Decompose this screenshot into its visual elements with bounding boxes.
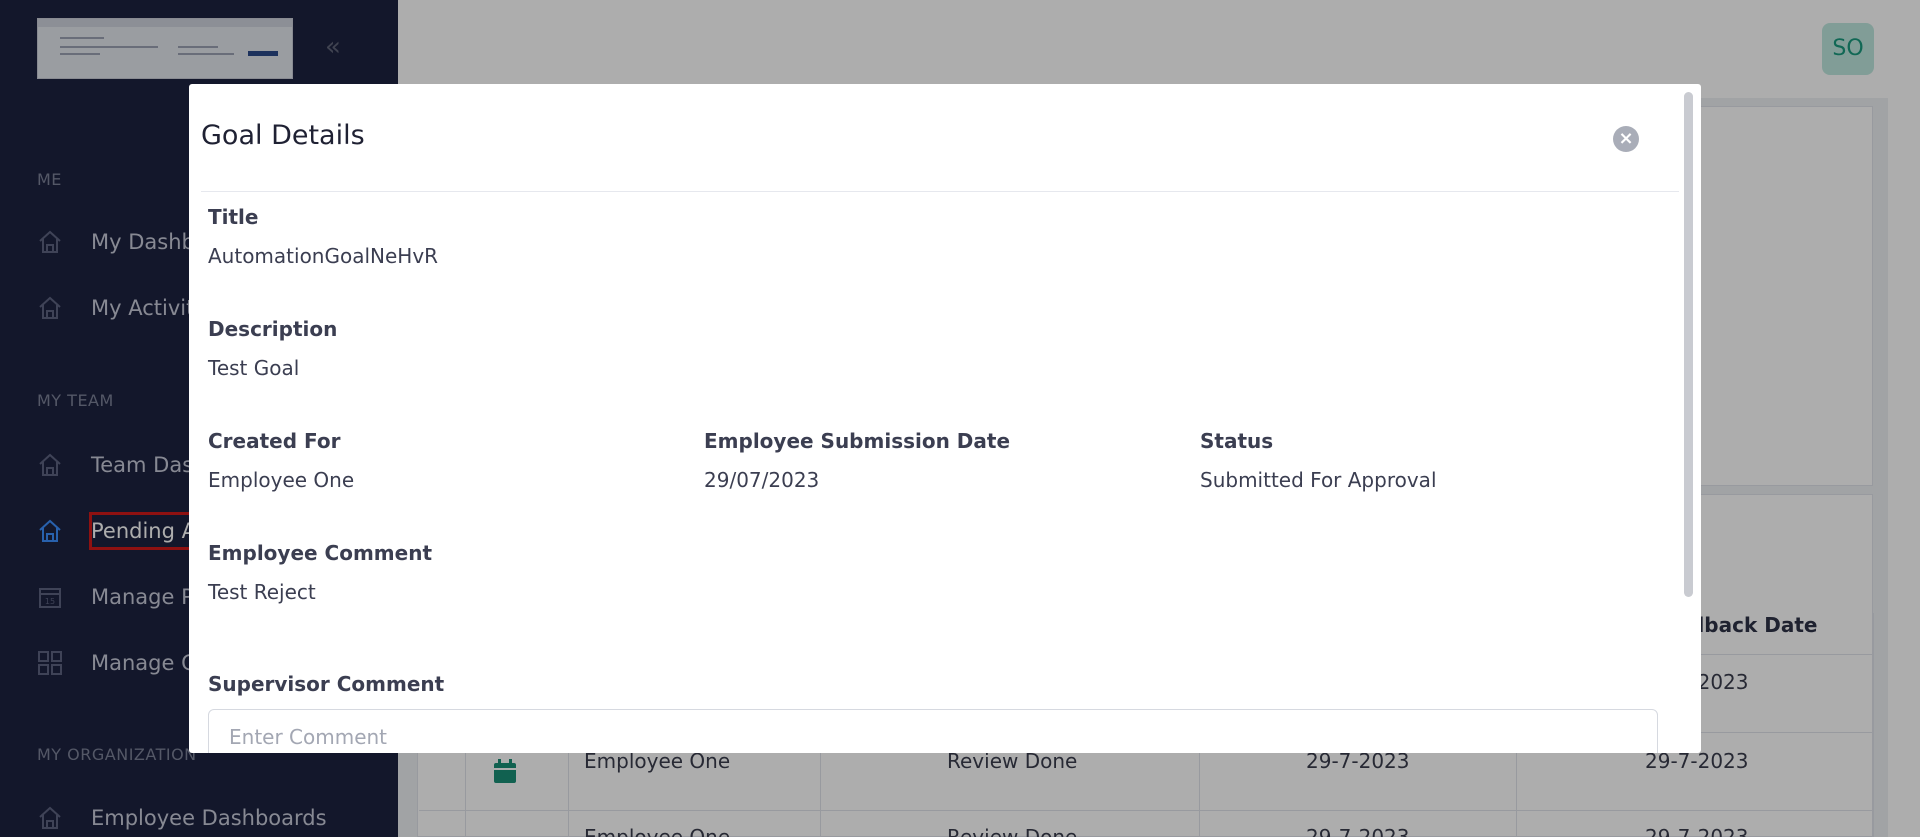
modal-title: Goal Details [201,120,365,151]
field-label-description: Description [208,317,338,341]
field-value-status: Submitted For Approval [1200,468,1437,492]
supervisor-comment-input[interactable] [208,709,1658,753]
modal-scrollbar[interactable] [1684,92,1693,597]
field-value-description: Test Goal [208,356,300,380]
field-label-supervisor-comment: Supervisor Comment [208,672,445,696]
field-label-created-for: Created For [208,429,341,453]
field-label-title: Title [208,205,259,229]
field-label-submission-date: Employee Submission Date [704,429,1011,453]
field-label-employee-comment: Employee Comment [208,541,433,565]
field-value-submission-date: 29/07/2023 [704,468,820,492]
goal-details-modal: Goal Details × Title AutomationGoalNeHvR… [189,84,1701,753]
field-label-status: Status [1200,429,1274,453]
modal-divider [201,191,1679,192]
close-circle-icon[interactable]: × [1613,126,1639,152]
field-value-title: AutomationGoalNeHvR [208,244,439,268]
field-value-employee-comment: Test Reject [208,580,316,604]
field-value-created-for: Employee One [208,468,355,492]
